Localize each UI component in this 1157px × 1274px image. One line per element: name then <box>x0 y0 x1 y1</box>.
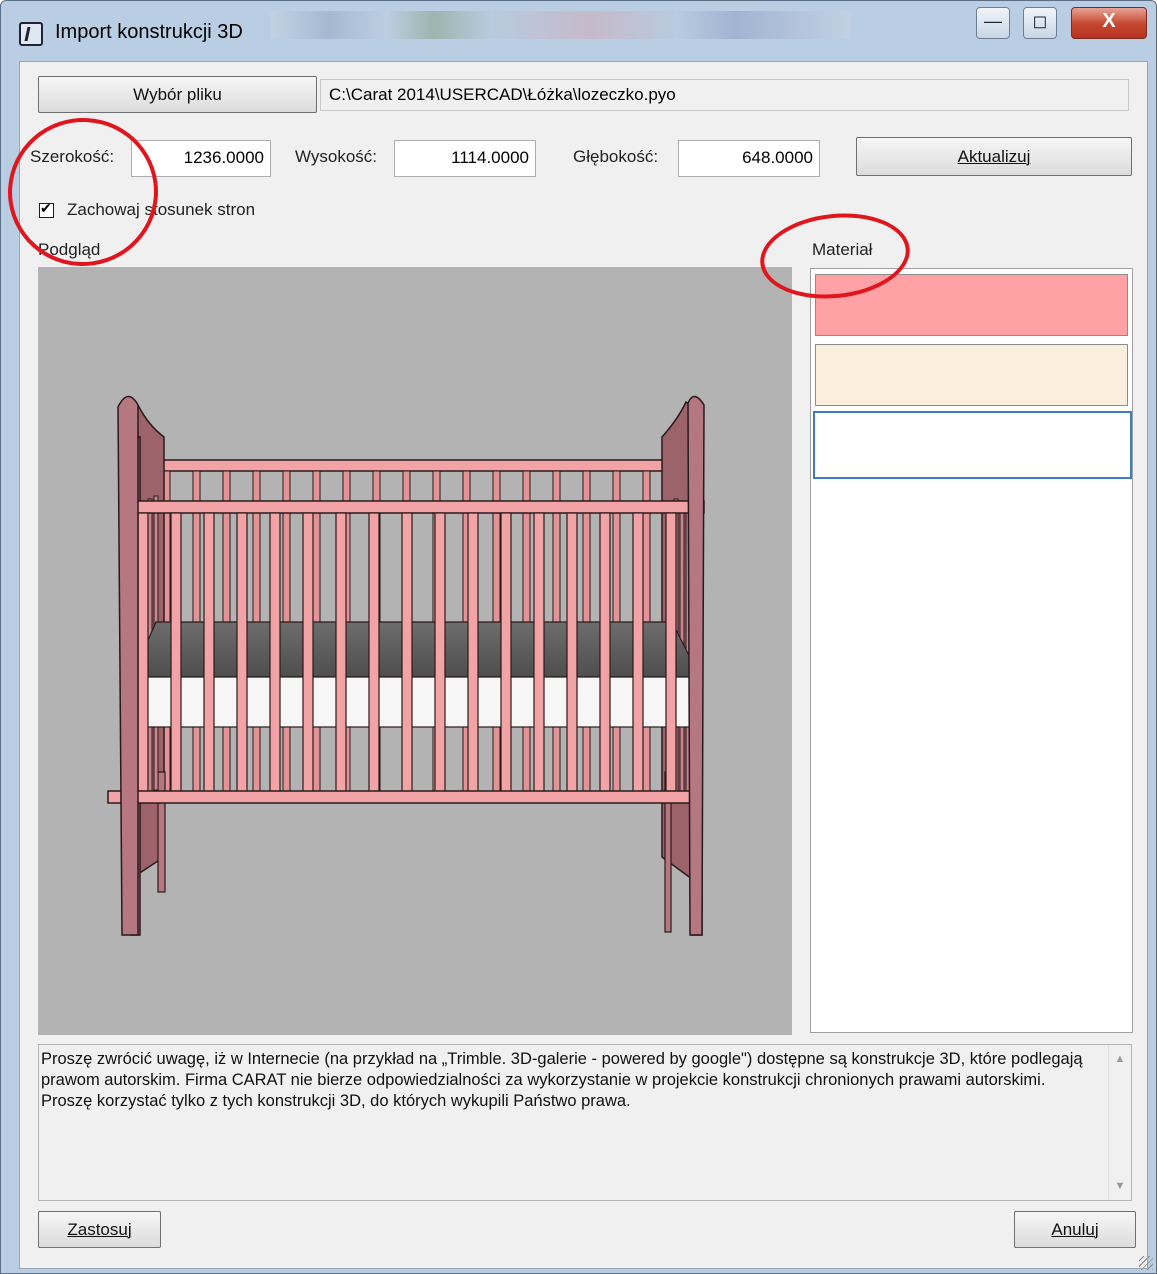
material-label: Materiał <box>812 240 873 259</box>
close-icon: X <box>1102 10 1116 32</box>
scroll-up-arrow-icon[interactable]: ▲ <box>1109 1053 1131 1065</box>
notice-scrollbar[interactable]: ▲ ▼ <box>1108 1045 1131 1200</box>
resize-grip-icon[interactable] <box>1139 1256 1153 1270</box>
update-button-label: Aktualizuj <box>957 147 1031 166</box>
depth-input[interactable]: 648.0000 <box>678 140 820 177</box>
width-label: Szerokość: <box>30 147 115 166</box>
minimize-icon: — <box>984 11 1002 31</box>
depth-label: Głębokość: <box>573 147 659 166</box>
keep-ratio-checkbox[interactable] <box>39 200 54 218</box>
preview-label: Podgląd <box>38 240 101 259</box>
height-input[interactable]: 1114.0000 <box>394 140 536 177</box>
cancel-button[interactable]: Anuluj <box>1014 1211 1136 1248</box>
copyright-notice-text: Proszę zwrócić uwagę, iż w Internecie (n… <box>41 1050 1083 1110</box>
maximize-icon: ◻ <box>1032 11 1048 31</box>
material-swatch-1[interactable] <box>815 274 1128 336</box>
apply-button-label: Zastosuj <box>67 1220 132 1239</box>
keep-ratio-label[interactable]: Zachowaj stosunek stron <box>67 200 255 220</box>
close-button[interactable]: X <box>1071 7 1147 39</box>
update-button[interactable]: Aktualizuj <box>856 137 1132 176</box>
file-path-field: C:\Carat 2014\USERCAD\Łóżka\lozeczko.pyo <box>320 79 1129 111</box>
maximize-button[interactable]: ◻ <box>1023 7 1057 39</box>
app-icon <box>19 22 43 46</box>
minimize-button[interactable]: — <box>976 7 1010 39</box>
scroll-down-arrow-icon[interactable]: ▼ <box>1109 1180 1131 1192</box>
copyright-notice-box[interactable]: Proszę zwrócić uwagę, iż w Internecie (n… <box>38 1044 1132 1201</box>
title-bar[interactable]: Import konstrukcji 3D — ◻ X <box>1 1 1156 61</box>
cancel-button-label: Anuluj <box>1051 1220 1099 1239</box>
material-list[interactable] <box>810 268 1133 1033</box>
width-input[interactable]: 1236.0000 <box>131 140 271 177</box>
choose-file-button[interactable]: Wybór pliku <box>38 76 317 113</box>
crib-3d-model <box>107 395 705 936</box>
apply-button[interactable]: Zastosuj <box>38 1211 161 1248</box>
height-label: Wysokość: <box>295 147 378 166</box>
material-swatch-2[interactable] <box>815 344 1128 406</box>
preview-viewport[interactable] <box>38 267 792 1035</box>
window-title: Import konstrukcji 3D <box>55 21 243 43</box>
material-swatch-3-selected[interactable] <box>813 411 1132 479</box>
background-taskbar-blur <box>271 11 851 39</box>
